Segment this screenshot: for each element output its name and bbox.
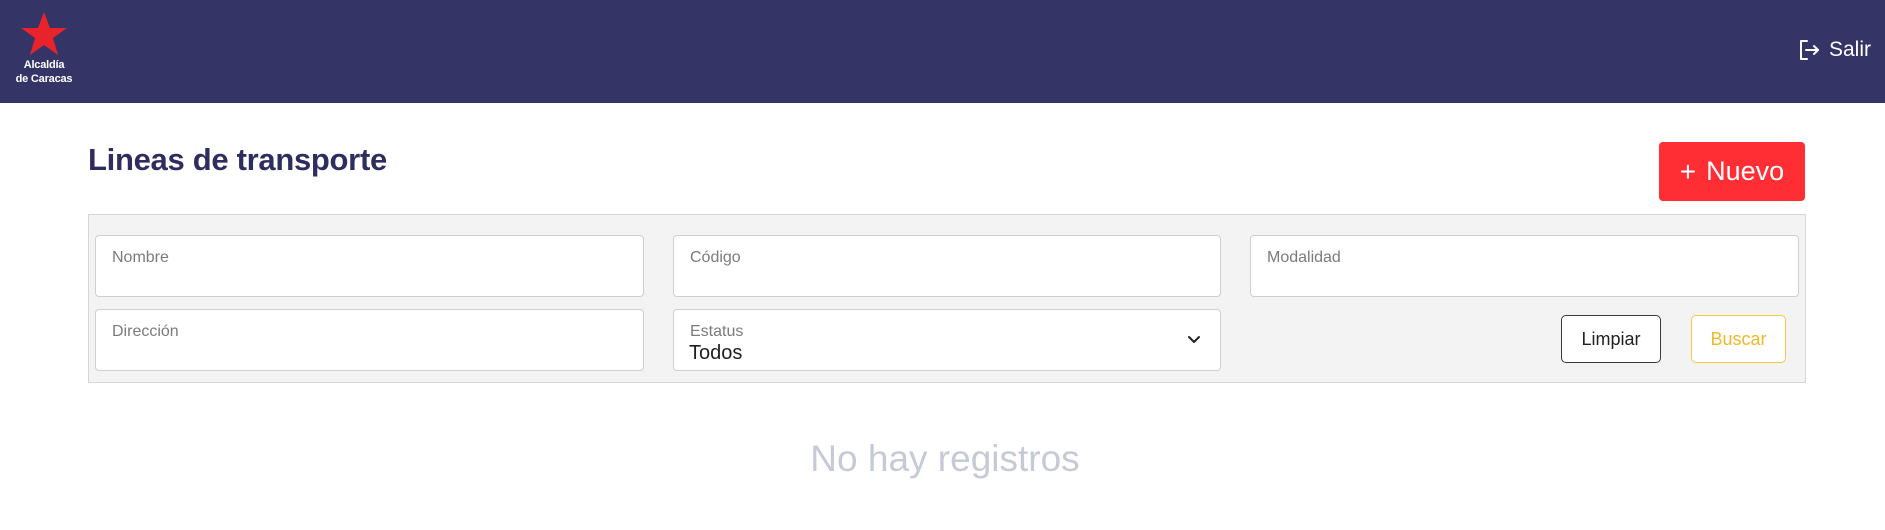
clear-button[interactable]: Limpiar [1561,315,1661,363]
logo-text-line1: Alcaldía [23,59,65,71]
logout-label: Salir [1828,38,1871,61]
codigo-input[interactable] [689,268,1208,290]
logout-icon [1799,40,1819,60]
chevron-down-icon [1188,336,1200,343]
estatus-value: Todos [689,342,743,364]
direccion-input[interactable] [111,342,631,364]
nombre-label: Nombre [112,249,169,266]
alcaldia-logo[interactable]: Alcaldía de Caracas [8,10,80,90]
page-title: Lineas de transporte [88,142,387,177]
new-button-label: Nuevo [1706,156,1785,186]
estatus-select[interactable]: Estatus Todos [673,309,1221,371]
codigo-field[interactable]: Código [673,235,1221,297]
top-bar: Alcaldía de Caracas Salir [0,0,1885,103]
nombre-field[interactable]: Nombre [95,235,644,297]
modalidad-field[interactable]: Modalidad [1250,235,1799,297]
plus-icon: + [1679,155,1697,187]
new-button[interactable]: + Nuevo [1659,142,1805,201]
logout-button[interactable]: Salir [1797,36,1871,64]
estatus-label: Estatus [690,323,744,340]
logo-text-line2: de Caracas [15,73,73,85]
star-icon [21,12,67,55]
modalidad-label: Modalidad [1267,249,1341,266]
nombre-input[interactable] [111,268,631,290]
search-button[interactable]: Buscar [1691,315,1786,363]
empty-state-message: No hay registros [810,438,1080,479]
direccion-field[interactable]: Dirección [95,309,644,371]
direccion-label: Dirección [112,323,179,340]
codigo-label: Código [690,249,741,266]
modalidad-input[interactable] [1266,268,1786,290]
